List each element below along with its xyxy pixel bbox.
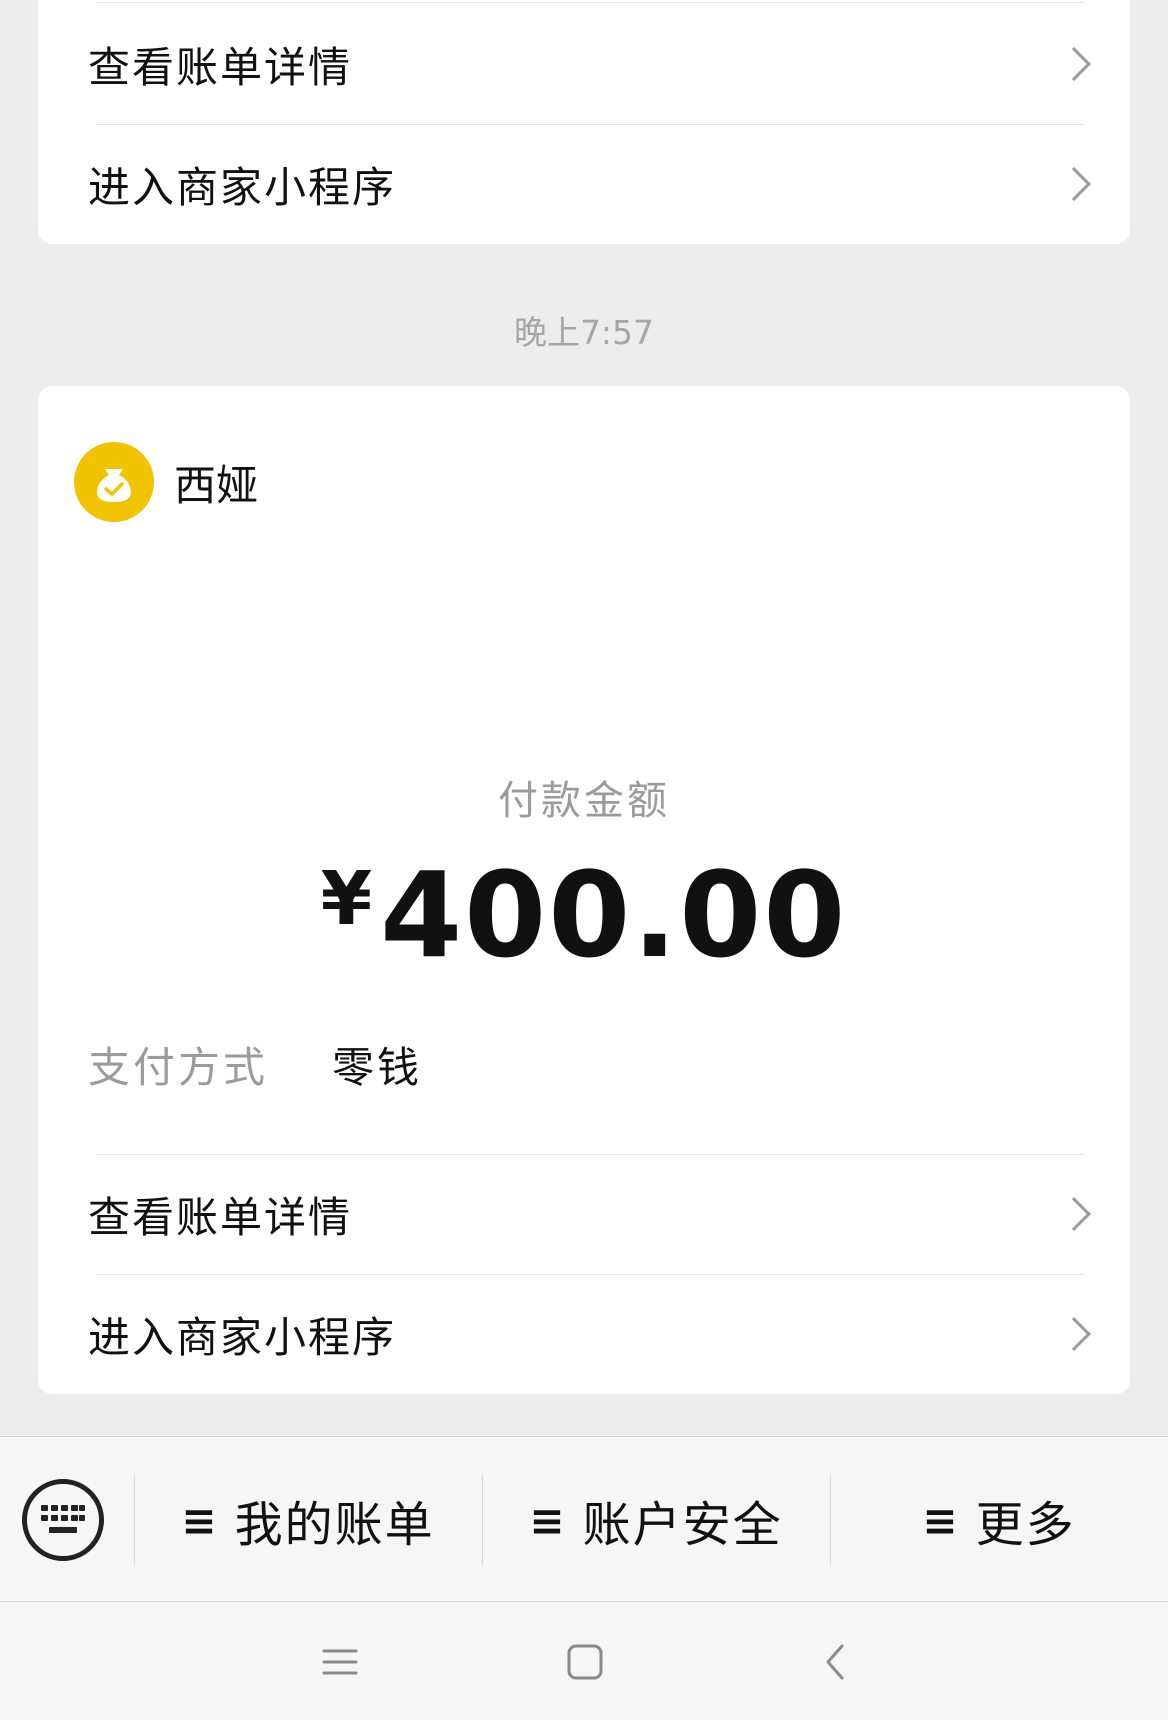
menu-item-more[interactable]: ≡ 更多 bbox=[830, 1437, 1168, 1603]
menu-item-account-security[interactable]: ≡ 账户安全 bbox=[482, 1437, 830, 1603]
payment-method-value: 零钱 bbox=[332, 1043, 423, 1092]
system-nav-bar bbox=[0, 1602, 1168, 1720]
row-label: 进入商家小程序 bbox=[88, 162, 397, 212]
money-bag-icon bbox=[74, 442, 154, 522]
enter-merchant-miniprogram-row[interactable]: 进入商家小程序 bbox=[88, 124, 1130, 244]
menu-lines-icon: ≡ bbox=[529, 1495, 567, 1545]
payment-card: 西娅 付款金额 ¥400.00 支付方式 零钱 查看账单详情 进入商家小程序 bbox=[38, 386, 1130, 1394]
menu-icon[interactable] bbox=[310, 1632, 370, 1692]
row-label: 进入商家小程序 bbox=[88, 1312, 397, 1362]
message-timestamp: 晚上7:57 bbox=[513, 313, 655, 352]
payment-method: 支付方式 零钱 bbox=[88, 1034, 422, 1095]
enter-merchant-miniprogram-row[interactable]: 进入商家小程序 bbox=[88, 1274, 1130, 1394]
chevron-right-icon bbox=[1057, 1317, 1091, 1351]
divider bbox=[96, 2, 1084, 3]
back-icon[interactable] bbox=[805, 1632, 865, 1692]
chevron-right-icon bbox=[1057, 167, 1091, 201]
chevron-right-icon bbox=[1057, 47, 1091, 81]
row-label: 查看账单详情 bbox=[88, 1192, 353, 1242]
merchant-name: 西娅 bbox=[174, 460, 259, 510]
menu-lines-icon: ≡ bbox=[922, 1495, 960, 1545]
currency-symbol: ¥ bbox=[320, 856, 375, 942]
menu-item-label: 账户安全 bbox=[582, 1497, 783, 1553]
menu-item-label: 我的账单 bbox=[234, 1497, 435, 1553]
payment-method-label: 支付方式 bbox=[88, 1043, 269, 1092]
service-menu-bar: ≡ 我的账单 ≡ 账户安全 ≡ 更多 bbox=[0, 1436, 1168, 1602]
menu-item-my-bills[interactable]: ≡ 我的账单 bbox=[134, 1437, 482, 1603]
view-bill-details-row[interactable]: 查看账单详情 bbox=[88, 1154, 1130, 1274]
previous-payment-card: 查看账单详情 进入商家小程序 bbox=[38, 0, 1130, 244]
view-bill-details-row[interactable]: 查看账单详情 bbox=[88, 4, 1130, 124]
menu-lines-icon: ≡ bbox=[181, 1495, 219, 1545]
home-icon[interactable] bbox=[555, 1632, 615, 1692]
menu-item-label: 更多 bbox=[975, 1497, 1076, 1553]
amount-label: 付款金额 bbox=[498, 778, 670, 824]
payment-amount: ¥400.00 bbox=[38, 846, 1130, 984]
keyboard-icon[interactable] bbox=[22, 1479, 104, 1561]
amount-value: 400.00 bbox=[380, 846, 848, 984]
row-label: 查看账单详情 bbox=[88, 42, 353, 92]
merchant-header[interactable]: 西娅 bbox=[74, 442, 258, 522]
chevron-right-icon bbox=[1057, 1197, 1091, 1231]
